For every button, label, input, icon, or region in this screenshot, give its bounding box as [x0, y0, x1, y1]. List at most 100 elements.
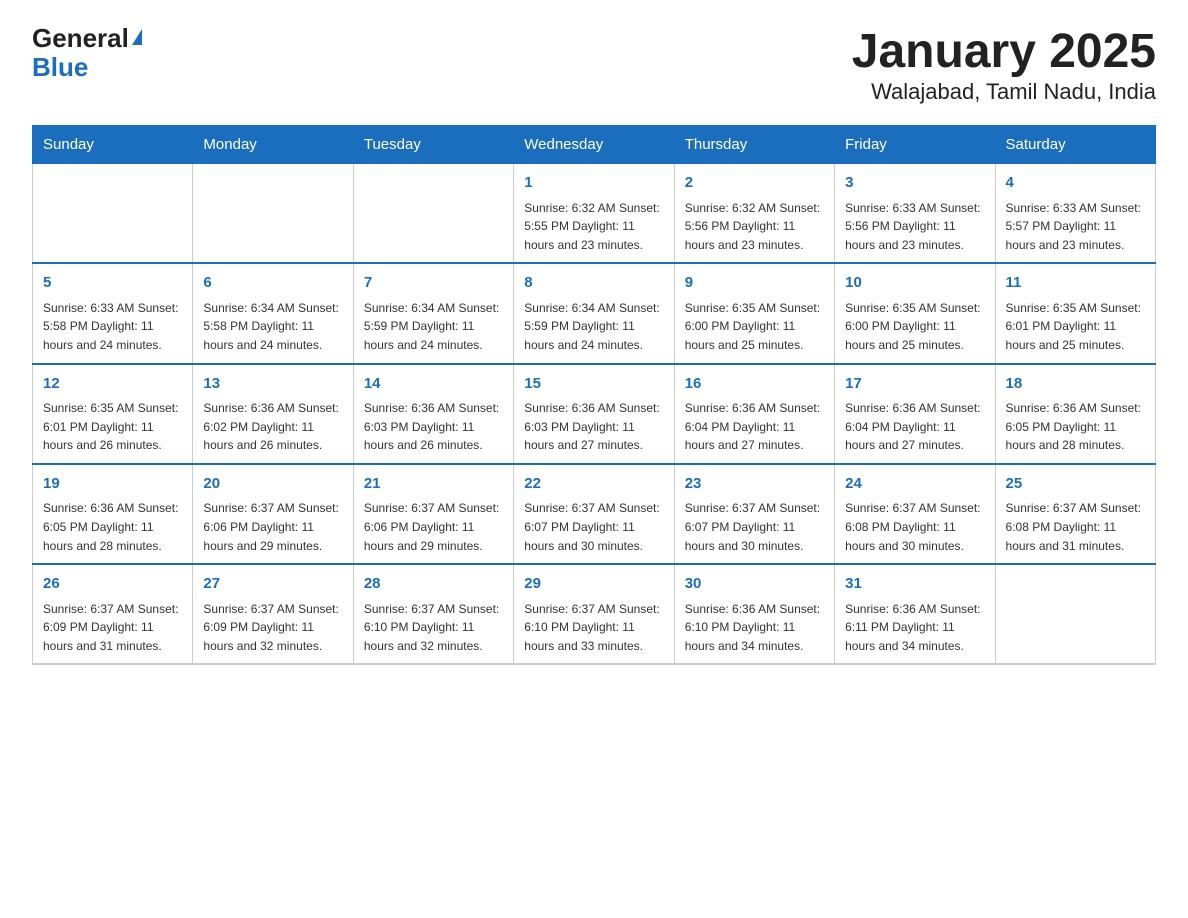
calendar-cell: 5 Sunrise: 6:33 AM Sunset: 5:58 PM Daylig…: [33, 263, 193, 363]
day-header-saturday: Saturday: [995, 126, 1155, 164]
calendar-cell: 22 Sunrise: 6:37 AM Sunset: 6:07 PM Dayli…: [514, 464, 674, 564]
day-info: Sunrise: 6:34 AM Sunset: 5:59 PM Dayligh…: [524, 299, 663, 355]
day-info: Sunrise: 6:37 AM Sunset: 6:09 PM Dayligh…: [203, 600, 342, 656]
location-subtitle: Walajabad, Tamil Nadu, India: [852, 79, 1156, 105]
day-info: Sunrise: 6:37 AM Sunset: 6:08 PM Dayligh…: [845, 499, 984, 555]
day-info: Sunrise: 6:37 AM Sunset: 6:06 PM Dayligh…: [364, 499, 503, 555]
day-number: 14: [364, 373, 503, 396]
day-info: Sunrise: 6:36 AM Sunset: 6:02 PM Dayligh…: [203, 399, 342, 455]
calendar-cell: [193, 164, 353, 264]
day-number: 20: [203, 473, 342, 496]
day-number: 24: [845, 473, 984, 496]
day-number: 4: [1006, 172, 1145, 195]
day-info: Sunrise: 6:35 AM Sunset: 6:00 PM Dayligh…: [685, 299, 824, 355]
day-info: Sunrise: 6:37 AM Sunset: 6:06 PM Dayligh…: [203, 499, 342, 555]
day-number: 18: [1006, 373, 1145, 396]
calendar-cell: 18Sunrise: 6:36 AM Sunset: 6:05 PM Dayli…: [995, 364, 1155, 464]
calendar-cell: 31 Sunrise: 6:36 AM Sunset: 6:11 PM Dayli…: [835, 564, 995, 664]
day-info: Sunrise: 6:36 AM Sunset: 6:05 PM Dayligh…: [43, 499, 182, 555]
day-number: 15: [524, 373, 663, 396]
calendar-cell: 27 Sunrise: 6:37 AM Sunset: 6:09 PM Dayli…: [193, 564, 353, 664]
day-number: 8: [524, 272, 663, 295]
day-number: 12: [43, 373, 182, 396]
calendar-cell: 17 Sunrise: 6:36 AM Sunset: 6:04 PM Dayli…: [835, 364, 995, 464]
calendar-cell: 10 Sunrise: 6:35 AM Sunset: 6:00 PM Dayli…: [835, 263, 995, 363]
calendar-cell: 14Sunrise: 6:36 AM Sunset: 6:03 PM Dayli…: [353, 364, 513, 464]
day-info: Sunrise: 6:33 AM Sunset: 5:58 PM Dayligh…: [43, 299, 182, 355]
day-number: 1: [524, 172, 663, 195]
day-number: 11: [1006, 272, 1145, 295]
calendar-cell: 4 Sunrise: 6:33 AM Sunset: 5:57 PM Daylig…: [995, 164, 1155, 264]
day-info: Sunrise: 6:35 AM Sunset: 6:01 PM Dayligh…: [43, 399, 182, 455]
day-info: Sunrise: 6:35 AM Sunset: 6:00 PM Dayligh…: [845, 299, 984, 355]
calendar-cell: 12 Sunrise: 6:35 AM Sunset: 6:01 PM Dayli…: [33, 364, 193, 464]
calendar-cell: 16 Sunrise: 6:36 AM Sunset: 6:04 PM Dayli…: [674, 364, 834, 464]
week-row-1: 1 Sunrise: 6:32 AM Sunset: 5:55 PM Daylig…: [33, 164, 1156, 264]
day-info: Sunrise: 6:32 AM Sunset: 5:56 PM Dayligh…: [685, 199, 824, 255]
calendar-cell: 23Sunrise: 6:37 AM Sunset: 6:07 PM Dayli…: [674, 464, 834, 564]
day-number: 25: [1006, 473, 1145, 496]
day-info: Sunrise: 6:35 AM Sunset: 6:01 PM Dayligh…: [1006, 299, 1145, 355]
day-number: 27: [203, 573, 342, 596]
day-number: 21: [364, 473, 503, 496]
calendar-title: January 2025: [852, 24, 1156, 79]
logo-blue: Blue: [32, 52, 88, 82]
week-row-2: 5 Sunrise: 6:33 AM Sunset: 5:58 PM Daylig…: [33, 263, 1156, 363]
day-number: 2: [685, 172, 824, 195]
logo-general: General: [32, 24, 129, 53]
week-row-4: 19 Sunrise: 6:36 AM Sunset: 6:05 PM Dayli…: [33, 464, 1156, 564]
day-info: Sunrise: 6:33 AM Sunset: 5:57 PM Dayligh…: [1006, 199, 1145, 255]
logo: General Blue: [32, 24, 142, 81]
day-info: Sunrise: 6:34 AM Sunset: 5:59 PM Dayligh…: [364, 299, 503, 355]
day-header-friday: Friday: [835, 126, 995, 164]
calendar-cell: 26Sunrise: 6:37 AM Sunset: 6:09 PM Dayli…: [33, 564, 193, 664]
day-number: 28: [364, 573, 503, 596]
calendar-cell: 3 Sunrise: 6:33 AM Sunset: 5:56 PM Daylig…: [835, 164, 995, 264]
day-header-thursday: Thursday: [674, 126, 834, 164]
day-number: 5: [43, 272, 182, 295]
calendar-cell: 11 Sunrise: 6:35 AM Sunset: 6:01 PM Dayli…: [995, 263, 1155, 363]
day-number: 19: [43, 473, 182, 496]
calendar-cell: 19 Sunrise: 6:36 AM Sunset: 6:05 PM Dayli…: [33, 464, 193, 564]
day-info: Sunrise: 6:36 AM Sunset: 6:04 PM Dayligh…: [685, 399, 824, 455]
calendar-cell: 28 Sunrise: 6:37 AM Sunset: 6:10 PM Dayli…: [353, 564, 513, 664]
day-number: 17: [845, 373, 984, 396]
calendar-cell: 9Sunrise: 6:35 AM Sunset: 6:00 PM Daylig…: [674, 263, 834, 363]
week-row-3: 12 Sunrise: 6:35 AM Sunset: 6:01 PM Dayli…: [33, 364, 1156, 464]
day-number: 26: [43, 573, 182, 596]
day-number: 22: [524, 473, 663, 496]
day-number: 31: [845, 573, 984, 596]
calendar-cell: [33, 164, 193, 264]
calendar-cell: [353, 164, 513, 264]
title-block: January 2025 Walajabad, Tamil Nadu, Indi…: [852, 24, 1156, 105]
day-info: Sunrise: 6:36 AM Sunset: 6:04 PM Dayligh…: [845, 399, 984, 455]
calendar-cell: 13 Sunrise: 6:36 AM Sunset: 6:02 PM Dayli…: [193, 364, 353, 464]
calendar-cell: 2 Sunrise: 6:32 AM Sunset: 5:56 PM Daylig…: [674, 164, 834, 264]
day-number: 13: [203, 373, 342, 396]
calendar-cell: 6Sunrise: 6:34 AM Sunset: 5:58 PM Daylig…: [193, 263, 353, 363]
calendar-cell: 1 Sunrise: 6:32 AM Sunset: 5:55 PM Daylig…: [514, 164, 674, 264]
day-header-tuesday: Tuesday: [353, 126, 513, 164]
page-header: General Blue January 2025 Walajabad, Tam…: [32, 24, 1156, 105]
calendar-cell: 30Sunrise: 6:36 AM Sunset: 6:10 PM Dayli…: [674, 564, 834, 664]
day-number: 3: [845, 172, 984, 195]
calendar-cell: 29Sunrise: 6:37 AM Sunset: 6:10 PM Dayli…: [514, 564, 674, 664]
day-info: Sunrise: 6:36 AM Sunset: 6:11 PM Dayligh…: [845, 600, 984, 656]
day-header-wednesday: Wednesday: [514, 126, 674, 164]
day-info: Sunrise: 6:33 AM Sunset: 5:56 PM Dayligh…: [845, 199, 984, 255]
calendar-cell: [995, 564, 1155, 664]
header-row: SundayMondayTuesdayWednesdayThursdayFrid…: [33, 126, 1156, 164]
day-info: Sunrise: 6:37 AM Sunset: 6:10 PM Dayligh…: [524, 600, 663, 656]
day-header-sunday: Sunday: [33, 126, 193, 164]
day-info: Sunrise: 6:32 AM Sunset: 5:55 PM Dayligh…: [524, 199, 663, 255]
day-info: Sunrise: 6:37 AM Sunset: 6:07 PM Dayligh…: [524, 499, 663, 555]
day-number: 7: [364, 272, 503, 295]
calendar-cell: 20 Sunrise: 6:37 AM Sunset: 6:06 PM Dayli…: [193, 464, 353, 564]
day-info: Sunrise: 6:36 AM Sunset: 6:10 PM Dayligh…: [685, 600, 824, 656]
day-number: 10: [845, 272, 984, 295]
day-number: 16: [685, 373, 824, 396]
calendar-cell: 21 Sunrise: 6:37 AM Sunset: 6:06 PM Dayli…: [353, 464, 513, 564]
calendar-cell: 8 Sunrise: 6:34 AM Sunset: 5:59 PM Daylig…: [514, 263, 674, 363]
day-info: Sunrise: 6:37 AM Sunset: 6:10 PM Dayligh…: [364, 600, 503, 656]
calendar-cell: 25Sunrise: 6:37 AM Sunset: 6:08 PM Dayli…: [995, 464, 1155, 564]
